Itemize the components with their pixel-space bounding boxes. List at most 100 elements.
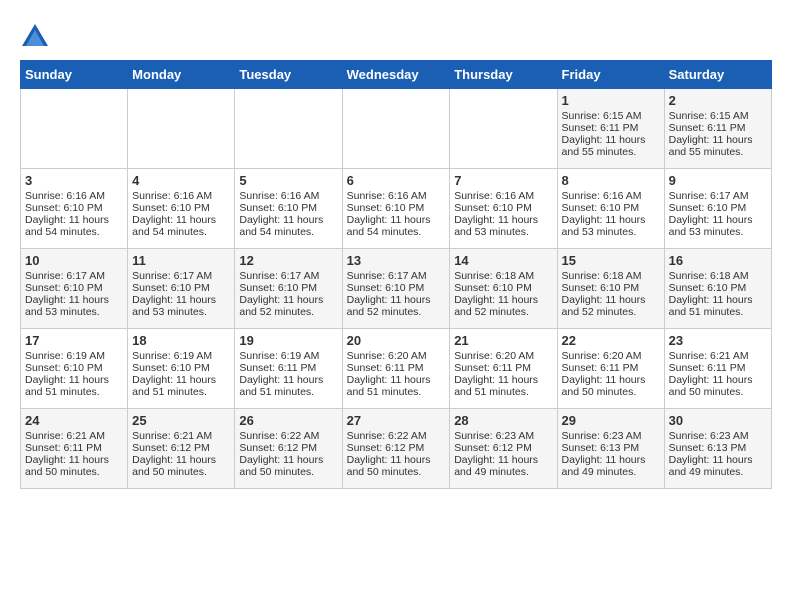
daylight-minutes: and 54 minutes.: [347, 226, 446, 238]
day-number: 1: [562, 93, 660, 108]
cell-info-line: Sunrise: 6:17 AM: [132, 270, 230, 282]
calendar: SundayMondayTuesdayWednesdayThursdayFrid…: [20, 60, 772, 489]
daylight-hours: Daylight: 11 hours: [669, 134, 767, 146]
calendar-cell: 6Sunrise: 6:16 AMSunset: 6:10 PMDaylight…: [342, 169, 450, 249]
day-header-sunday: Sunday: [21, 61, 128, 89]
cell-info-line: Sunset: 6:10 PM: [454, 202, 552, 214]
calendar-cell: 9Sunrise: 6:17 AMSunset: 6:10 PMDaylight…: [664, 169, 771, 249]
day-number: 2: [669, 93, 767, 108]
calendar-week-1: 1 Sunrise: 6:15 AMSunset: 6:11 PM Daylight…: [21, 89, 772, 169]
calendar-cell: 20Sunrise: 6:20 AMSunset: 6:11 PMDayligh…: [342, 329, 450, 409]
day-number: 16: [669, 253, 767, 268]
daylight-minutes: and 54 minutes.: [132, 226, 230, 238]
daylight-hours: Daylight: 11 hours: [454, 214, 552, 226]
daylight-hours: Daylight: 11 hours: [239, 214, 337, 226]
day-number: 4: [132, 173, 230, 188]
cell-info-line: Sunrise: 6:19 AM: [132, 350, 230, 362]
cell-info-line: Sunset: 6:10 PM: [132, 362, 230, 374]
calendar-cell: 29Sunrise: 6:23 AMSunset: 6:13 PMDayligh…: [557, 409, 664, 489]
daylight-minutes: and 52 minutes.: [347, 306, 446, 318]
cell-info-line: Sunrise: 6:16 AM: [454, 190, 552, 202]
cell-info-line: Sunset: 6:10 PM: [347, 282, 446, 294]
calendar-cell: [128, 89, 235, 169]
day-header-thursday: Thursday: [450, 61, 557, 89]
day-number: 5: [239, 173, 337, 188]
cell-info-line: Sunset: 6:11 PM: [562, 122, 660, 134]
daylight-hours: Daylight: 11 hours: [669, 454, 767, 466]
calendar-week-2: 3Sunrise: 6:16 AMSunset: 6:10 PMDaylight…: [21, 169, 772, 249]
daylight-minutes: and 55 minutes.: [669, 146, 767, 158]
calendar-cell: 4Sunrise: 6:16 AMSunset: 6:10 PMDaylight…: [128, 169, 235, 249]
daylight-hours: Daylight: 11 hours: [132, 374, 230, 386]
calendar-cell: 5 Sunrise: 6:16 AMSunset: 6:10 PMDaylight…: [235, 169, 342, 249]
daylight-hours: Daylight: 11 hours: [25, 454, 123, 466]
logo-icon: [20, 20, 50, 50]
daylight-hours: Daylight: 11 hours: [562, 294, 660, 306]
calendar-cell: 8Sunrise: 6:16 AMSunset: 6:10 PMDaylight…: [557, 169, 664, 249]
cell-info-line: Sunrise: 6:21 AM: [669, 350, 767, 362]
calendar-cell: 3Sunrise: 6:16 AMSunset: 6:10 PMDaylight…: [21, 169, 128, 249]
daylight-hours: Daylight: 11 hours: [454, 454, 552, 466]
cell-info-line: Sunrise: 6:17 AM: [669, 190, 767, 202]
daylight-minutes: and 51 minutes.: [347, 386, 446, 398]
cell-info-line: Sunset: 6:10 PM: [25, 282, 123, 294]
daylight-minutes: and 50 minutes.: [669, 386, 767, 398]
daylight-minutes: and 53 minutes.: [25, 306, 123, 318]
logo: [20, 20, 54, 50]
calendar-cell: 25Sunrise: 6:21 AMSunset: 6:12 PMDayligh…: [128, 409, 235, 489]
cell-info-line: Sunset: 6:10 PM: [239, 202, 337, 214]
daylight-minutes: and 53 minutes.: [132, 306, 230, 318]
cell-info-line: Sunrise: 6:20 AM: [347, 350, 446, 362]
daylight-hours: Daylight: 11 hours: [132, 294, 230, 306]
cell-info-line: Sunset: 6:13 PM: [562, 442, 660, 454]
daylight-hours: Daylight: 11 hours: [669, 214, 767, 226]
daylight-hours: Daylight: 11 hours: [562, 214, 660, 226]
daylight-minutes: and 53 minutes.: [454, 226, 552, 238]
day-number: 29: [562, 413, 660, 428]
cell-info-line: Sunset: 6:10 PM: [347, 202, 446, 214]
calendar-cell: [21, 89, 128, 169]
daylight-minutes: and 51 minutes.: [25, 386, 123, 398]
daylight-hours: Daylight: 11 hours: [239, 454, 337, 466]
calendar-cell: 30Sunrise: 6:23 AMSunset: 6:13 PMDayligh…: [664, 409, 771, 489]
day-number: 9: [669, 173, 767, 188]
daylight-minutes: and 52 minutes.: [239, 306, 337, 318]
cell-info-line: Sunrise: 6:18 AM: [562, 270, 660, 282]
cell-info-line: Sunrise: 6:16 AM: [347, 190, 446, 202]
calendar-cell: 16Sunrise: 6:18 AMSunset: 6:10 PMDayligh…: [664, 249, 771, 329]
day-number: 25: [132, 413, 230, 428]
daylight-minutes: and 52 minutes.: [562, 306, 660, 318]
cell-info-line: Sunrise: 6:22 AM: [239, 430, 337, 442]
calendar-cell: [450, 89, 557, 169]
daylight-hours: Daylight: 11 hours: [347, 214, 446, 226]
day-number: 10: [25, 253, 123, 268]
day-header-friday: Friday: [557, 61, 664, 89]
cell-info-line: Sunset: 6:12 PM: [347, 442, 446, 454]
day-number: 11: [132, 253, 230, 268]
daylight-minutes: and 50 minutes.: [25, 466, 123, 478]
cell-info-line: Sunrise: 6:15 AM: [562, 110, 660, 122]
calendar-cell: 21Sunrise: 6:20 AMSunset: 6:11 PMDayligh…: [450, 329, 557, 409]
daylight-minutes: and 51 minutes.: [454, 386, 552, 398]
calendar-cell: 26Sunrise: 6:22 AMSunset: 6:12 PMDayligh…: [235, 409, 342, 489]
day-header-tuesday: Tuesday: [235, 61, 342, 89]
calendar-cell: [235, 89, 342, 169]
cell-info-line: Sunset: 6:10 PM: [25, 202, 123, 214]
cell-info-line: Sunrise: 6:16 AM: [239, 190, 337, 202]
daylight-minutes: and 53 minutes.: [562, 226, 660, 238]
calendar-cell: 22Sunrise: 6:20 AMSunset: 6:11 PMDayligh…: [557, 329, 664, 409]
cell-info-line: Sunset: 6:11 PM: [669, 362, 767, 374]
calendar-week-5: 24Sunrise: 6:21 AMSunset: 6:11 PMDayligh…: [21, 409, 772, 489]
daylight-minutes: and 49 minutes.: [454, 466, 552, 478]
day-number: 24: [25, 413, 123, 428]
calendar-cell: 13Sunrise: 6:17 AMSunset: 6:10 PMDayligh…: [342, 249, 450, 329]
cell-info-line: Sunset: 6:10 PM: [132, 282, 230, 294]
day-number: 22: [562, 333, 660, 348]
daylight-hours: Daylight: 11 hours: [239, 374, 337, 386]
calendar-week-4: 17Sunrise: 6:19 AMSunset: 6:10 PMDayligh…: [21, 329, 772, 409]
calendar-cell: 27Sunrise: 6:22 AMSunset: 6:12 PMDayligh…: [342, 409, 450, 489]
cell-info-line: Sunrise: 6:16 AM: [562, 190, 660, 202]
day-number: 7: [454, 173, 552, 188]
cell-info-line: Sunset: 6:11 PM: [347, 362, 446, 374]
daylight-hours: Daylight: 11 hours: [562, 454, 660, 466]
